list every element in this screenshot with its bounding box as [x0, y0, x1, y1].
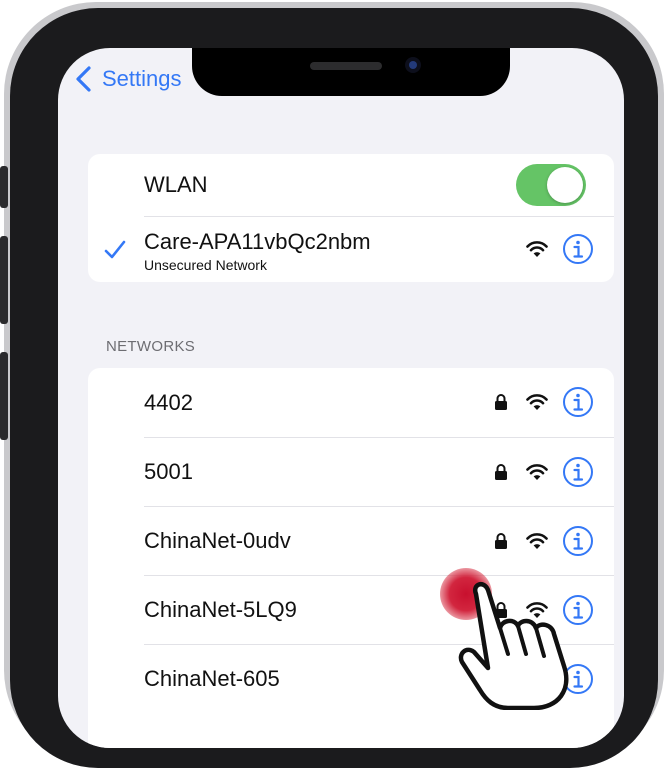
notch	[192, 48, 510, 96]
network-name: ChinaNet-0udv	[144, 528, 291, 553]
connected-icons	[526, 233, 594, 265]
lock-icon	[495, 464, 507, 480]
side-button-volume-up	[0, 236, 8, 324]
info-icon[interactable]	[562, 525, 594, 557]
toggle-knob	[547, 167, 583, 203]
side-button-volume-down	[0, 352, 8, 440]
checkmark-icon	[104, 240, 126, 259]
network-icons	[494, 456, 594, 488]
wlan-label: WLAN	[144, 172, 208, 197]
network-row-chinanet-0udv[interactable]: ChinaNet-0udv	[88, 507, 614, 575]
network-name: ChinaNet-5LQ9	[144, 597, 297, 622]
chevron-left-icon	[76, 66, 91, 92]
wifi-icon	[526, 241, 548, 257]
lock-icon	[495, 533, 507, 549]
front-camera	[405, 57, 421, 73]
wifi-icon	[526, 533, 548, 549]
info-icon[interactable]	[562, 386, 594, 418]
info-icon[interactable]	[562, 233, 594, 265]
wlan-card: WLAN Care-APA11vbQc2nbm Unsecured Networ…	[88, 154, 614, 282]
network-icons	[494, 386, 594, 418]
connected-network-row[interactable]: Care-APA11vbQc2nbm Unsecured Network	[88, 217, 614, 282]
pointing-hand-icon	[458, 581, 569, 710]
wlan-toggle[interactable]	[516, 164, 586, 206]
lock-icon	[495, 394, 507, 410]
back-label: Settings	[102, 66, 182, 91]
info-icon[interactable]	[562, 456, 594, 488]
back-button[interactable]: Settings	[74, 66, 182, 92]
network-name: 5001	[144, 459, 193, 484]
network-row-5001[interactable]: 5001	[88, 438, 614, 506]
network-name: ChinaNet-605	[144, 666, 280, 691]
network-name: 4402	[144, 390, 193, 415]
network-icons	[494, 525, 594, 557]
wifi-icon	[526, 464, 548, 480]
networks-header: NETWORKS	[106, 338, 196, 355]
network-row-4402[interactable]: 4402	[88, 368, 614, 437]
wifi-icon	[526, 394, 548, 410]
wlan-row: WLAN	[88, 154, 614, 216]
connected-network-name: Care-APA11vbQc2nbm	[144, 229, 371, 254]
speaker	[310, 62, 382, 70]
connected-network-subtitle: Unsecured Network	[144, 257, 267, 273]
side-button-mute	[0, 166, 8, 208]
